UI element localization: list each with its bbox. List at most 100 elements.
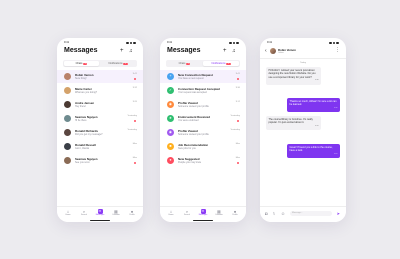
message-preview: You were endorsed [178, 119, 199, 122]
nav-item-messages[interactable]: ✉ Messages [197, 209, 209, 220]
timestamp: Yesterday [127, 115, 137, 117]
notification-row[interactable]: ◉ Profile Viewed Someone viewed your profi… [160, 98, 246, 111]
message-preview: See you soon [75, 161, 90, 164]
chat-row[interactable]: Andre Jensen Hey there! 9:20 [57, 98, 143, 111]
send-icon[interactable]: ➤ [337, 211, 340, 216]
chat-row[interactable]: Seamus Nguyen See you soon Mon [57, 154, 143, 167]
camera-icon[interactable]: ◘ [265, 211, 267, 216]
avatar [64, 156, 71, 164]
tab-chats[interactable]: Chats 2 [167, 61, 202, 66]
more-icon[interactable]: ⋮ [335, 47, 340, 53]
plus-icon[interactable]: + [223, 48, 227, 54]
nav-item-calendar[interactable]: ▦ Calendar [213, 209, 225, 220]
message-composer: ◘ ⌇ ☺ Message... ➤ [260, 206, 346, 222]
bell-icon[interactable]: ♫ [232, 48, 236, 54]
chat-phone: 9:41 ‹ Robin Vemon Online ⋮ Today Hi Rob… [260, 38, 346, 222]
nav-label: Calendar [112, 214, 120, 216]
avatar [64, 72, 71, 80]
segmented-tabs: Chats 2 Notifications 2 [166, 60, 240, 67]
message-preview: Did you get my message? [75, 133, 103, 136]
timestamp: Yesterday [230, 129, 240, 131]
tab-notifications[interactable]: Notifications 2 [203, 61, 239, 66]
nav-item-home[interactable]: ⌂ Home [165, 209, 177, 220]
chat-row[interactable]: Ronald Richards Did you get my message? Ye… [57, 126, 143, 139]
status-time: 9:41 [267, 41, 273, 44]
timestamp: 9:41 [235, 73, 240, 75]
eye-icon: ◉ [167, 100, 174, 108]
nav-label: Calendar [215, 214, 223, 216]
unread-dot [237, 77, 239, 80]
status-indicators [329, 41, 339, 44]
notification-row[interactable]: ★ Endorsement Received You were endorsed Ye… [160, 112, 246, 125]
nav-item-messages[interactable]: ✉ Messages [94, 209, 106, 220]
message-preview: Someone viewed your profile [178, 133, 209, 136]
message-preview: Got it, thanks [75, 147, 90, 150]
timestamp: Mon [235, 143, 240, 145]
message-time: 9:35 [315, 125, 319, 128]
notification-row[interactable]: ● New Suggested People you may know Mon [160, 154, 246, 167]
unread-dot [237, 161, 239, 164]
emoji-icon[interactable]: ☺ [281, 211, 285, 216]
chat-row[interactable]: Marie Carter What are you doing? 9:32 [57, 84, 143, 97]
chat-row[interactable]: Seamus Nguyen I'll be there Yesterday [57, 112, 143, 125]
status-indicators [126, 41, 136, 44]
avatar [64, 100, 71, 108]
message-time: 9:41 [334, 153, 338, 156]
avatar[interactable] [270, 47, 276, 54]
notification-row[interactable]: + New Connection Request You have a new re… [160, 70, 246, 83]
incoming-message[interactable]: Hi Robin! I noticed your recent post abo… [266, 67, 321, 85]
chats-count-badge: 2 [83, 62, 88, 66]
day-divider: Today [300, 62, 306, 64]
message-input[interactable]: Message... [290, 211, 332, 216]
briefcase-icon: ■ [167, 142, 174, 150]
message-preview: People you may know [178, 161, 202, 164]
nav-label: Profile [232, 214, 238, 216]
page-title: Messages [64, 47, 98, 54]
nav-item-profile[interactable]: ● Profile [126, 209, 138, 220]
notifications-phone: 9:41 Messages + ♫ Chats 2 Notifications 2 … [160, 38, 246, 222]
status-indicators [229, 41, 239, 44]
message-text: The course/library is Cocohue. It's real… [268, 118, 313, 125]
timestamp: Yesterday [127, 129, 137, 131]
tab-notifications[interactable]: Notifications 2 [100, 61, 136, 66]
nav-item-search[interactable]: ⌕ Search [181, 209, 193, 220]
message-preview: Sure thing! [75, 77, 87, 80]
unread-dot [134, 119, 136, 122]
timestamp: Yesterday [230, 115, 240, 117]
message-preview: I'll be there [75, 119, 87, 122]
nav-label: Home [168, 214, 174, 216]
segmented-tabs: Chats 2 Notifications 2 [63, 60, 137, 67]
timestamp: 9:20 [132, 101, 137, 103]
timestamp: Mon [132, 143, 137, 145]
status-time: 9:41 [167, 41, 173, 44]
chat-row[interactable]: Robin Vemon Sure thing! 9:41 [57, 70, 143, 83]
tab-chats[interactable]: Chats 2 [64, 61, 99, 66]
outgoing-message[interactable]: Thanks so much, Abbas! I'm sure a lot ca… [287, 98, 340, 113]
timestamp: 9:32 [132, 87, 137, 89]
back-arrow-icon[interactable]: ‹ [265, 48, 267, 54]
unread-dot [134, 161, 136, 164]
notification-row[interactable]: ◉ Profile Viewed Someone viewed your profi… [160, 126, 246, 139]
timestamp: Mon [132, 157, 137, 159]
avatar [64, 86, 71, 94]
nav-item-home[interactable]: ⌂ Home [62, 209, 74, 220]
nav-label: Search [184, 214, 190, 216]
notification-row[interactable]: ✓ Connection Request Accepted Your request… [160, 84, 246, 97]
message-preview: What are you doing? [75, 91, 98, 94]
timestamp: 9:12 [235, 101, 240, 103]
bell-icon[interactable]: ♫ [129, 48, 133, 54]
incoming-message[interactable]: The course/library is Cocohue. It's real… [266, 116, 321, 131]
message-text: Thanks so much, Abbas! I'm sure a lot ca… [289, 100, 337, 107]
nav-item-calendar[interactable]: ▦ Calendar [110, 209, 122, 220]
outgoing-message[interactable]: Great! I'll send you a link to the cours… [287, 144, 340, 159]
nav-item-search[interactable]: ⌕ Search [78, 209, 90, 220]
nav-item-profile[interactable]: ● Profile [229, 209, 241, 220]
timestamp: 9:41 [132, 73, 137, 75]
notifications-count-badge: 2 [123, 62, 128, 66]
plus-icon[interactable]: + [120, 48, 124, 54]
notification-row[interactable]: ■ Job Recommendation New jobs for you Mon [160, 140, 246, 153]
attach-icon[interactable]: ⌇ [273, 211, 275, 216]
chat-row[interactable]: Ronald Russell Got it, thanks Mon [57, 140, 143, 153]
home-indicator [90, 220, 110, 221]
messages-phone: 9:41 Messages + ♫ Chats 2 Notifications 2 … [57, 38, 143, 222]
